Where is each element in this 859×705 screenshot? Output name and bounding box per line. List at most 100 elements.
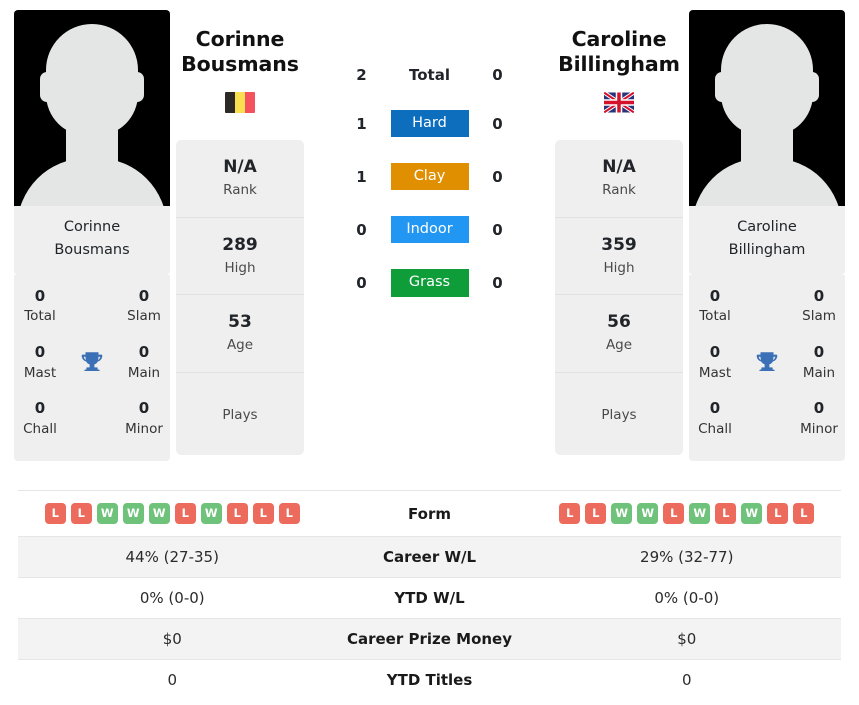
- silhouette-ear-right: [805, 72, 819, 102]
- form-badge-l: L: [44, 503, 66, 524]
- left-stat-age: 53 Age: [176, 295, 304, 373]
- form-badge-w: W: [122, 503, 144, 524]
- h2h-total-right: 0: [492, 65, 503, 84]
- surface-badge-indoor[interactable]: Indoor: [390, 216, 469, 244]
- left-player-avatar-card[interactable]: Corinne Bousmans: [14, 10, 170, 275]
- right-titles-mast: 0 Mast: [689, 335, 741, 391]
- form-badge-l: L: [174, 503, 196, 524]
- right-stat-high-value: 359: [601, 234, 637, 255]
- left-player-avatar-caption: Corinne Bousmans: [14, 206, 170, 275]
- left-titles-main-value: 0: [138, 343, 150, 362]
- h2h-indoor-label-cell: Indoor: [380, 216, 480, 244]
- comparison-row-ytd-titles: 0 YTD Titles 0: [18, 659, 841, 700]
- left-player-first-name: Corinne: [195, 27, 285, 51]
- surface-badge-clay[interactable]: Clay: [390, 163, 469, 191]
- silhouette-ear-left: [715, 72, 729, 102]
- form-badge-l: L: [278, 503, 300, 524]
- h2h-total-label: Total: [409, 66, 450, 84]
- right-player-avatar-card[interactable]: Caroline Billingham: [689, 10, 845, 275]
- surface-badge-grass[interactable]: Grass: [390, 269, 469, 297]
- form-badge-l: L: [767, 503, 789, 524]
- right-titles-spacer-top: [741, 300, 793, 314]
- form-badge-w: W: [689, 503, 711, 524]
- left-player-last-name: Bousmans: [181, 52, 299, 76]
- left-titles-slam-value: 0: [138, 286, 150, 305]
- h2h-total-label-cell: Total: [380, 65, 480, 84]
- right-stat-plays: Plays: [555, 373, 683, 455]
- right-titles-chall: 0 Chall: [689, 391, 741, 447]
- left-titles-trophy-cell: [66, 343, 118, 383]
- left-titles-spacer-bottom: [66, 412, 118, 426]
- trophy-icon: [79, 349, 105, 375]
- h2h-indoor-left: 0: [356, 220, 367, 239]
- right-titles-chall-value: 0: [709, 399, 721, 418]
- left-titles-mast: 0 Mast: [14, 335, 66, 391]
- left-titles-minor-label: Minor: [125, 420, 163, 437]
- left-stat-rank: N/A Rank: [176, 140, 304, 218]
- right-titles-minor-value: 0: [813, 399, 825, 418]
- h2h-row-clay: 1 Clay 0: [344, 163, 516, 191]
- left-titles-chall-label: Chall: [23, 420, 57, 437]
- h2h-clay-label-cell: Clay: [380, 163, 480, 191]
- h2h-row-indoor: 0 Indoor 0: [344, 216, 516, 244]
- comparison-label-form: Form: [408, 504, 451, 523]
- flag-belgium-icon: [225, 91, 255, 113]
- top-comparison-area: Corinne Bousmans 0 Total 0 Slam 0 Mast 0…: [0, 0, 859, 490]
- right-titles-slam: 0 Slam: [793, 279, 845, 335]
- surface-badge-hard[interactable]: Hard: [390, 110, 469, 138]
- left-titles-total: 0 Total: [14, 279, 66, 335]
- right-player-avatar-photo: [689, 10, 845, 206]
- right-titles-total-label: Total: [699, 308, 731, 325]
- right-player-stat-card: N/A Rank 359 High 56 Age Plays: [555, 140, 683, 455]
- form-badge-l: L: [585, 503, 607, 524]
- right-stat-age-label: Age: [605, 337, 633, 354]
- left-titles-chall-value: 0: [34, 399, 46, 418]
- form-badge-w: W: [148, 503, 170, 524]
- left-titles-mast-value: 0: [34, 343, 46, 362]
- form-badge-w: W: [200, 503, 222, 524]
- h2h-row-total: 2 Total 0: [344, 65, 516, 85]
- left-player-avatar-photo: [14, 10, 170, 206]
- right-stat-plays-label: Plays: [601, 406, 637, 423]
- comparison-row-form: LLWWWLWLLL Form LLWWLWLWLL: [18, 490, 841, 536]
- form-badge-l: L: [70, 503, 92, 524]
- form-badge-w: W: [741, 503, 763, 524]
- right-titles-mast-label: Mast: [698, 364, 732, 381]
- right-titles-minor: 0 Minor: [793, 391, 845, 447]
- silhouette-body: [17, 158, 167, 206]
- right-player-last-name: Billingham: [558, 52, 680, 76]
- right-player-first-name: Caroline: [571, 27, 667, 51]
- h2h-grass-label-cell: Grass: [380, 269, 480, 297]
- silhouette-ear-left: [40, 72, 54, 102]
- left-titles-main: 0 Main: [118, 335, 170, 391]
- head-to-head-column: 2 Total 0 1 Hard 0 1 Clay 0 0 Indoor 0 0…: [310, 10, 549, 297]
- left-player-flag-wrap: [225, 90, 255, 114]
- right-form-cell: LLWWLWLWLL: [533, 503, 842, 524]
- right-ytd-titles: 0: [681, 671, 692, 689]
- left-titles-total-label: Total: [24, 308, 56, 325]
- h2h-hard-label-cell: Hard: [380, 110, 480, 138]
- person-silhouette-icon: [721, 24, 813, 136]
- right-player-flag-wrap: [604, 90, 634, 114]
- comparison-table: LLWWWLWLLL Form LLWWLWLWLL 44% (27-35) C…: [0, 490, 859, 700]
- right-titles-main: 0 Main: [793, 335, 845, 391]
- right-avatar-first-name: Caroline: [737, 219, 797, 235]
- h2h-clay-right: 0: [492, 167, 503, 186]
- form-badge-l: L: [226, 503, 248, 524]
- left-stat-plays: Plays: [176, 373, 304, 455]
- h2h-total-left: 2: [356, 65, 367, 84]
- left-stat-age-label: Age: [226, 337, 254, 354]
- form-badge-w: W: [637, 503, 659, 524]
- left-player-name: Corinne Bousmans: [181, 10, 299, 77]
- h2h-clay-left: 1: [356, 167, 367, 186]
- form-badge-l: L: [793, 503, 815, 524]
- right-ytd-wl: 0% (0-0): [654, 589, 720, 607]
- comparison-label-career-wl: Career W/L: [382, 548, 477, 566]
- right-titles-slam-label: Slam: [802, 308, 836, 325]
- left-stat-high: 289 High: [176, 218, 304, 295]
- trophy-icon: [754, 349, 780, 375]
- left-titles-mast-label: Mast: [23, 364, 57, 381]
- left-titles-chall: 0 Chall: [14, 391, 66, 447]
- left-player-column: Corinne Bousmans 0 Total 0 Slam 0 Mast 0…: [14, 10, 170, 462]
- left-stat-age-value: 53: [228, 312, 252, 332]
